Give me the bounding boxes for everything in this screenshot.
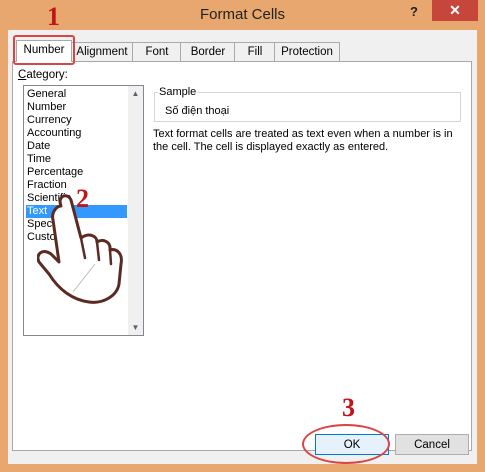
- title-bar: Format Cells ? ✕: [0, 0, 485, 30]
- scroll-down-arrow-icon[interactable]: ▼: [128, 320, 143, 335]
- pointing-hand-icon: [37, 194, 123, 304]
- tab-font[interactable]: Font: [132, 42, 182, 61]
- tab-fill[interactable]: Fill: [234, 42, 276, 61]
- scroll-up-arrow-icon[interactable]: ▲: [128, 86, 143, 101]
- step3-highlight: [302, 424, 390, 464]
- format-cells-dialog: Format Cells ? ✕ Number Alignment Font B…: [0, 0, 485, 472]
- step3-number: 3: [342, 393, 355, 422]
- cancel-button[interactable]: Cancel: [395, 434, 469, 455]
- tab-number[interactable]: Number: [16, 40, 72, 62]
- tab-protection[interactable]: Protection: [274, 42, 340, 61]
- list-item-percentage[interactable]: Percentage: [26, 166, 127, 179]
- listbox-scrollbar[interactable]: ▲ ▼: [128, 86, 143, 335]
- tab-strip: Number Alignment Font Border Fill Protec…: [12, 40, 472, 62]
- sample-label: Sample: [158, 86, 198, 98]
- tab-border[interactable]: Border: [180, 42, 236, 61]
- list-item-number[interactable]: Number: [26, 101, 127, 114]
- list-item-date[interactable]: Date: [26, 140, 127, 153]
- list-item-time[interactable]: Time: [26, 153, 127, 166]
- category-label: Category:: [18, 69, 68, 81]
- format-description: Text format cells are treated as text ev…: [153, 128, 453, 153]
- close-button[interactable]: ✕: [432, 0, 478, 21]
- list-item-accounting[interactable]: Accounting: [26, 127, 127, 140]
- sample-value: Số điện thoại: [165, 105, 230, 117]
- step1-number: 1: [47, 2, 60, 31]
- tab-alignment[interactable]: Alignment: [70, 42, 134, 61]
- list-item-general[interactable]: General: [26, 88, 127, 101]
- help-button[interactable]: ?: [404, 2, 424, 22]
- list-item-currency[interactable]: Currency: [26, 114, 127, 127]
